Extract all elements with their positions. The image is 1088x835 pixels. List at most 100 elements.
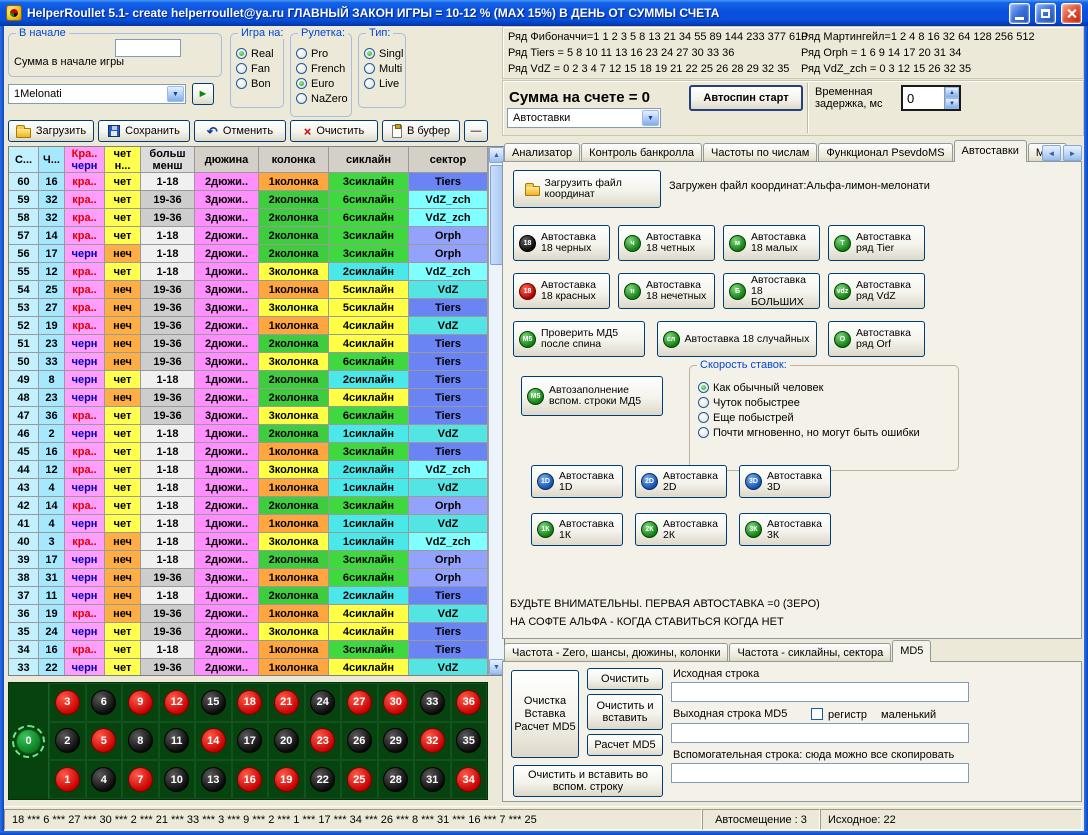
radio-Euro[interactable]: Euro [296, 76, 348, 91]
spin-row[interactable]: 5033черннеч19-363дюжи..3колонка6сиклайнT… [9, 353, 504, 371]
board-cell-30[interactable]: 30 [378, 683, 415, 722]
autobet-button[interactable]: 1КАвтоставка 1К [531, 513, 623, 546]
board-cell-26[interactable]: 26 [341, 722, 378, 761]
minimize-button[interactable] [1009, 3, 1030, 24]
spin-row[interactable]: 5327кра..неч19-363дюжи..3колонка5сиклайн… [9, 299, 504, 317]
board-cell-34[interactable]: 34 [451, 760, 488, 799]
autobet-button[interactable]: TАвтоставка ряд Tier [828, 225, 925, 261]
spin-row[interactable]: 4736кра..чет19-363дюжи..3колонка6сиклайн… [9, 407, 504, 425]
board-cell-36[interactable]: 36 [451, 683, 488, 722]
md5-calc-button[interactable]: Расчет MD5 [587, 734, 663, 756]
board-cell-31[interactable]: 31 [414, 760, 451, 799]
board-cell-1[interactable]: 1 [49, 760, 86, 799]
spin-row[interactable]: 5219кра..неч19-362дюжи..1колонка4сиклайн… [9, 317, 504, 335]
clear-paste-helper-button[interactable]: Очистить и вставить во вспом. строку [513, 765, 663, 797]
autofill-md5-button[interactable]: М5 Автозаполнение вспом. строки МД5 [521, 376, 663, 416]
spin-row[interactable]: 3619кра..неч19-362дюжи..1колонка4сиклайн… [9, 605, 504, 623]
output-string-input[interactable] [671, 723, 969, 743]
radio-Еще побыстрей[interactable]: Еще побыстрей [698, 410, 920, 425]
maximize-button[interactable] [1035, 3, 1056, 24]
board-cell-3[interactable]: 3 [49, 683, 86, 722]
play-button[interactable]: ► [192, 83, 214, 105]
tab-Частота - сиклайны, сектора[interactable]: Частота - сиклайны, сектора [729, 643, 891, 662]
radio-French[interactable]: French [296, 61, 348, 76]
source-string-input[interactable] [671, 682, 969, 702]
board-cell-11[interactable]: 11 [159, 722, 196, 761]
board-cell-10[interactable]: 10 [159, 760, 196, 799]
tab-Анализатор[interactable]: Анализатор [504, 143, 580, 162]
start-sum-input[interactable] [115, 39, 181, 57]
spin-row[interactable]: 5425кра..неч19-363дюжи..1колонка5сиклайн… [9, 281, 504, 299]
radio-Как обычный человек[interactable]: Как обычный человек [698, 380, 920, 395]
clear-button[interactable]: × Очистить [290, 120, 378, 142]
spin-row[interactable]: 403кра..неч1-181дюжи..3колонка1сиклайнVd… [9, 533, 504, 551]
board-cell-9[interactable]: 9 [122, 683, 159, 722]
autobet-button[interactable]: OАвтоставка ряд Orf [828, 321, 925, 357]
board-cell-19[interactable]: 19 [268, 760, 305, 799]
spin-row[interactable]: 4214кра..чет1-182дюжи..2колонка3сиклайнO… [9, 497, 504, 515]
autobet-button[interactable]: 18Автоставка 18 красных [513, 273, 610, 309]
board-cell-18[interactable]: 18 [232, 683, 269, 722]
radio-Singl[interactable]: Singl [364, 46, 403, 61]
radio-Чуток побыстрее[interactable]: Чуток побыстрее [698, 395, 920, 410]
board-cell-29[interactable]: 29 [378, 722, 415, 761]
close-button[interactable] [1061, 3, 1082, 24]
tab-Функционал PsevdoMS[interactable]: Функционал PsevdoMS [818, 143, 952, 162]
board-cell-6[interactable]: 6 [86, 683, 123, 722]
board-cell-25[interactable]: 25 [341, 760, 378, 799]
tab-Контроль банкролла[interactable]: Контроль банкролла [581, 143, 702, 162]
save-button[interactable]: Сохранить [98, 120, 190, 142]
board-cell-0[interactable]: 0 [9, 683, 49, 799]
radio-Real[interactable]: Real [236, 46, 274, 61]
board-cell-8[interactable]: 8 [122, 722, 159, 761]
spin-row[interactable]: 462чернчет1-181дюжи..2колонка1сиклайнVdZ [9, 425, 504, 443]
spin-row[interactable]: 3322чернчет19-362дюжи..1колонка4сиклайнV… [9, 659, 504, 676]
board-cell-2[interactable]: 2 [49, 722, 86, 761]
spin-row[interactable]: 3416кра..чет1-182дюжи..1колонка3сиклайнT… [9, 641, 504, 659]
spin-row[interactable]: 5123черннеч19-362дюжи..2колонка4сиклайнT… [9, 335, 504, 353]
load-coordinates-button[interactable]: Загрузить файл координат [513, 170, 661, 208]
tab-Частота - Zero, шансы, дюжины, колонки[interactable]: Частота - Zero, шансы, дюжины, колонки [504, 643, 728, 662]
radio-Почти мгновенно, но могут быть ошибки[interactable]: Почти мгновенно, но могут быть ошибки [698, 425, 920, 440]
spinner-up-icon[interactable]: ▲ [945, 87, 959, 98]
board-cell-17[interactable]: 17 [232, 722, 269, 761]
autobet-button[interactable]: слАвтоставка 18 случайных [657, 321, 817, 357]
helper-string-input[interactable] [671, 763, 969, 783]
board-cell-23[interactable]: 23 [305, 722, 342, 761]
buffer-button[interactable]: В буфер [382, 120, 460, 142]
board-cell-4[interactable]: 4 [86, 760, 123, 799]
board-cell-20[interactable]: 20 [268, 722, 305, 761]
md5-big-button[interactable]: Очистка Вставка Расчет MD5 [511, 670, 579, 758]
spinner-down-icon[interactable]: ▼ [945, 98, 959, 109]
spin-row[interactable]: 5512кра..чет1-181дюжи..3колонка2сиклайнV… [9, 263, 504, 281]
autobet-button[interactable]: мАвтоставка 18 малых [723, 225, 820, 261]
board-cell-35[interactable]: 35 [451, 722, 488, 761]
spin-row[interactable]: 3711черннеч1-181дюжи..2колонка2сиклайнTi… [9, 587, 504, 605]
md5-clear-button[interactable]: Очистить [587, 668, 663, 690]
tab-prev-icon[interactable]: ◄ [1042, 145, 1061, 161]
radio-Pro[interactable]: Pro [296, 46, 348, 61]
undo-button[interactable]: ↶ Отменить [194, 120, 286, 142]
spin-row[interactable]: 3917черннеч1-182дюжи..2колонка3сиклайнOr… [9, 551, 504, 569]
mode-combo[interactable]: Автоставки ▼ [507, 108, 661, 128]
collapse-button[interactable]: — [464, 120, 488, 142]
profile-combo[interactable]: 1Melonati ▼ [8, 84, 186, 104]
spin-row[interactable]: 5932кра..чет19-363дюжи..2колонка6сиклайн… [9, 191, 504, 209]
spin-row[interactable]: 4412кра..чет1-181дюжи..3колонка2сиклайнV… [9, 461, 504, 479]
autobet-button[interactable]: 1DАвтоставка 1D [531, 465, 623, 498]
board-cell-22[interactable]: 22 [305, 760, 342, 799]
radio-Fan[interactable]: Fan [236, 61, 274, 76]
tab-next-icon[interactable]: ► [1063, 145, 1082, 161]
autobet-button[interactable]: нАвтоставка 18 нечетных [618, 273, 715, 309]
spin-row[interactable]: 434чернчет1-181дюжи..1колонка1сиклайнVdZ [9, 479, 504, 497]
radio-Live[interactable]: Live [364, 76, 403, 91]
autobet-button[interactable]: М5Проверить МД5 после спина [513, 321, 645, 357]
spin-row[interactable]: 3831черннеч19-363дюжи..1колонка6сиклайнO… [9, 569, 504, 587]
autobet-button[interactable]: 18Автоставка 18 черных [513, 225, 610, 261]
board-cell-27[interactable]: 27 [341, 683, 378, 722]
autobet-button[interactable]: чАвтоставка 18 четных [618, 225, 715, 261]
tab-MD5[interactable]: MD5 [892, 640, 931, 662]
spin-row[interactable]: 6016кра..чет1-182дюжи..1колонка3сиклайнT… [9, 173, 504, 191]
chevron-down-icon[interactable]: ▼ [642, 110, 659, 126]
radio-Multi[interactable]: Multi [364, 61, 403, 76]
